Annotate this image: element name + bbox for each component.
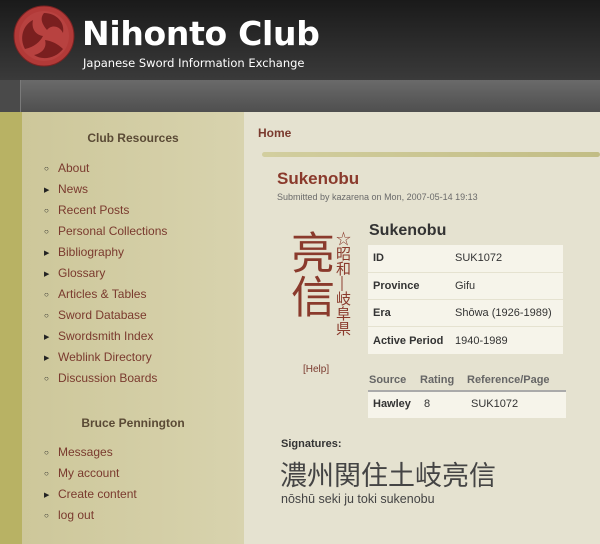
rating-column-header: Rating — [420, 374, 455, 386]
menu-item-label[interactable]: Articles & Tables — [58, 287, 146, 301]
menu-item-label[interactable]: Discussion Boards — [58, 371, 157, 385]
sidebar-item-recent-posts[interactable]: Recent Posts — [44, 199, 167, 220]
sidebar-item-articles-tables[interactable]: Articles & Tables — [44, 284, 167, 305]
signatures-label: Signatures: — [281, 438, 342, 450]
menu-item-label[interactable]: My account — [58, 466, 119, 480]
club-resources-menu: About News Recent Posts Personal Collection… — [44, 157, 167, 389]
field-value: 1940-1989 — [451, 326, 563, 355]
sidebar-item-glossary[interactable]: Glossary — [44, 262, 167, 283]
bullet-circle-icon — [44, 226, 58, 236]
bullet-circle-icon — [44, 373, 58, 383]
field-key: Province — [368, 272, 451, 301]
field-value: Shōwa (1926-1989) — [451, 299, 563, 328]
sidebar-item-about[interactable]: About — [44, 157, 167, 178]
breadcrumb-divider — [262, 152, 600, 157]
bullet-circle-icon — [44, 310, 58, 320]
user-block-title: Bruce Pennington — [42, 413, 224, 433]
bullet-circle-icon — [44, 447, 58, 457]
sidebar-item-swordsmith-index[interactable]: Swordsmith Index — [44, 326, 167, 347]
menu-item-label[interactable]: Messages — [58, 445, 113, 459]
table-row: Era Shōwa (1926-1989) — [368, 299, 563, 328]
reference-column-header: Reference/Page — [467, 374, 550, 386]
sidebar-item-news[interactable]: News — [44, 178, 167, 199]
left-stripe — [0, 112, 22, 544]
sidebar-item-weblink-directory[interactable]: Weblink Directory — [44, 347, 167, 368]
bullet-circle-icon — [44, 468, 58, 478]
sources-header: Source Rating Reference/Page — [369, 374, 565, 390]
smith-name: Sukenobu — [369, 222, 447, 239]
bullet-circle-icon — [44, 163, 58, 173]
site-header: Nihonto Club Japanese Sword Information … — [0, 0, 600, 80]
expand-arrow-icon — [44, 331, 58, 341]
help-link[interactable]: [Help] — [303, 364, 329, 375]
field-value: SUK1072 — [451, 245, 563, 273]
breadcrumb-home[interactable]: Home — [258, 126, 291, 140]
menu-item-label[interactable]: log out — [58, 508, 94, 522]
user-menu-item-my-account[interactable]: My account — [44, 462, 137, 483]
site-title[interactable]: Nihonto Club — [82, 14, 320, 53]
expand-arrow-icon — [44, 268, 58, 278]
menu-item-label[interactable]: Create content — [58, 487, 137, 501]
bullet-circle-icon — [44, 205, 58, 215]
signature-romaji: nōshū seki ju toki sukenobu — [281, 492, 435, 506]
menu-item-label[interactable]: Recent Posts — [58, 203, 129, 217]
source-cell: Hawley — [373, 398, 411, 410]
field-key: Active Period — [368, 326, 451, 355]
smith-info-table: ID SUK1072 Province Gifu Era Shōwa (1926-1989… — [368, 245, 563, 355]
expand-arrow-icon — [44, 489, 58, 499]
expand-arrow-icon — [44, 352, 58, 362]
menu-item-label[interactable]: Sword Database — [58, 308, 147, 322]
menu-item-label[interactable]: Personal Collections — [58, 224, 167, 238]
kanji-era-province: ☆昭和―岐阜県 — [334, 231, 352, 336]
sidebar-item-sword-database[interactable]: Sword Database — [44, 305, 167, 326]
menu-item-label[interactable]: Swordsmith Index — [58, 329, 153, 343]
site-slogan: Japanese Sword Information Exchange — [83, 56, 305, 70]
sidebar-item-discussion-boards[interactable]: Discussion Boards — [44, 368, 167, 389]
expand-arrow-icon — [44, 184, 58, 194]
field-key: ID — [368, 245, 451, 273]
signature-kanji: 濃州関住土岐亮信 — [280, 461, 496, 492]
field-value: Gifu — [451, 272, 563, 301]
navbar — [0, 80, 600, 112]
table-row: ID SUK1072 — [368, 245, 563, 273]
expand-arrow-icon — [44, 247, 58, 257]
table-row: Active Period 1940-1989 — [368, 326, 563, 355]
menu-item-label[interactable]: News — [58, 182, 88, 196]
rating-cell: 8 — [424, 398, 431, 410]
table-row: Province Gifu — [368, 272, 563, 301]
menu-item-label[interactable]: Glossary — [58, 266, 105, 280]
menu-item-label[interactable]: Weblink Directory — [58, 350, 152, 364]
menu-item-label[interactable]: About — [58, 161, 89, 175]
menu-item-label[interactable]: Bibliography — [58, 245, 124, 259]
page-title: Sukenobu — [277, 169, 360, 188]
reference-cell: SUK1072 — [471, 398, 519, 410]
table-row: Hawley 8 SUK1072 — [368, 392, 566, 418]
field-key: Era — [368, 299, 451, 328]
club-resources-title: Club Resources — [42, 128, 224, 148]
source-column-header: Source — [369, 374, 407, 386]
user-menu-item-messages[interactable]: Messages — [44, 441, 137, 462]
kanji-name: 亮信 — [283, 230, 334, 318]
sidebar-item-personal-collections[interactable]: Personal Collections — [44, 220, 167, 241]
user-menu: Messages My account Create content log out — [44, 441, 137, 525]
bullet-circle-icon — [44, 510, 58, 520]
navbar-inner — [20, 80, 600, 112]
user-menu-item-create-content[interactable]: Create content — [44, 483, 137, 504]
user-menu-item-log-out[interactable]: log out — [44, 504, 137, 525]
sidebar-item-bibliography[interactable]: Bibliography — [44, 241, 167, 262]
mitsudomoe-logo-icon[interactable] — [13, 5, 75, 67]
bullet-circle-icon — [44, 289, 58, 299]
submitted-info: Submitted by kazarena on Mon, 2007-05-14… — [277, 192, 478, 202]
